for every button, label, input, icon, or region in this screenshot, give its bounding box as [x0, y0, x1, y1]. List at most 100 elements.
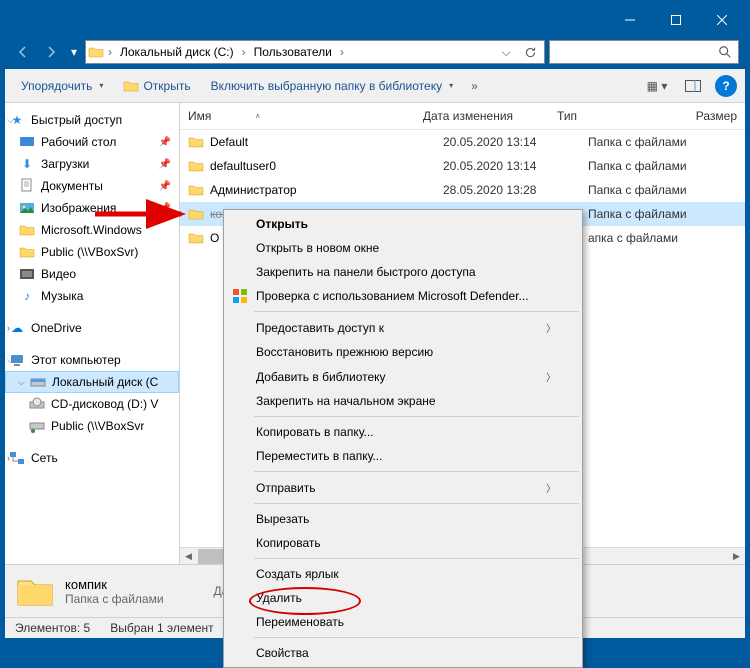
details-type: Папка с файлами: [65, 592, 164, 606]
ctx-open[interactable]: Открыть: [226, 212, 580, 236]
ctx-defender[interactable]: Проверка с использованием Microsoft Defe…: [226, 284, 580, 308]
include-library-button[interactable]: Включить выбранную папку в библиотеку: [203, 75, 462, 97]
videos-icon: [19, 266, 35, 282]
ctx-library[interactable]: Добавить в библиотеку〉: [226, 364, 580, 389]
sidebar-pictures[interactable]: Изображения📌: [5, 197, 179, 219]
separator: [254, 637, 579, 638]
pin-icon: 📌: [159, 203, 171, 214]
ctx-pin-start[interactable]: Закрепить на начальном экране: [226, 389, 580, 413]
ctx-move-to[interactable]: Переместить в папку...: [226, 444, 580, 468]
open-label: Открыть: [143, 79, 190, 93]
scroll-right[interactable]: ▶: [728, 548, 745, 565]
scroll-left[interactable]: ◀: [180, 548, 197, 565]
explorer-window: ▾ › Локальный диск (C:) › Пользователи ›…: [4, 4, 746, 639]
desktop-icon: [19, 134, 35, 150]
search-input[interactable]: [549, 40, 739, 64]
column-headers: Имя˄ Дата изменения Тип Размер: [180, 103, 745, 130]
ctx-delete[interactable]: Удалить: [226, 586, 580, 610]
forward-button[interactable]: [39, 40, 63, 64]
folder-icon: [188, 158, 204, 174]
sidebar-mswindows[interactable]: Microsoft.Windows: [5, 219, 179, 241]
recent-dropdown[interactable]: ▾: [67, 40, 81, 64]
chevron-right-icon[interactable]: ›: [338, 45, 346, 59]
ctx-pin-quick[interactable]: Закрепить на панели быстрого доступа: [226, 260, 580, 284]
sidebar-music[interactable]: ♪Музыка: [5, 285, 179, 307]
details-text: компик Папка с файлами: [65, 577, 164, 606]
pin-icon: 📌: [159, 181, 171, 192]
context-menu: Открыть Открыть в новом окне Закрепить н…: [223, 209, 583, 668]
breadcrumb[interactable]: › Локальный диск (C:) › Пользователи › ⌵: [85, 40, 545, 64]
ctx-cut[interactable]: Вырезать: [226, 507, 580, 531]
open-icon: [123, 78, 139, 94]
separator: [254, 311, 579, 312]
pin-icon: 📌: [159, 159, 171, 170]
chevron-right-icon[interactable]: ›: [240, 45, 248, 59]
sidebar-public[interactable]: Public (\\VBoxSvr): [5, 241, 179, 263]
back-button[interactable]: [11, 40, 35, 64]
maximize-button[interactable]: [653, 5, 699, 35]
file-type: Папка с файлами: [580, 157, 730, 175]
sidebar-onedrive[interactable]: ›☁OneDrive: [5, 317, 179, 339]
minimize-button[interactable]: [607, 5, 653, 35]
netdrive-icon: [29, 418, 45, 434]
toolbar-overflow[interactable]: »: [465, 75, 484, 97]
chevron-right-icon[interactable]: ›: [106, 45, 114, 59]
ctx-properties[interactable]: Свойства: [226, 641, 580, 665]
folder-icon: [19, 222, 35, 238]
navigation-pane: ⌵★Быстрый доступ Рабочий стол📌 ⬇Загрузки…: [5, 103, 180, 564]
ctx-rename[interactable]: Переименовать: [226, 610, 580, 634]
chevron-right-icon: 〉: [546, 480, 556, 495]
search-icon: [718, 45, 732, 59]
table-row[interactable]: defaultuser0 20.05.2020 13:14Папка с файл…: [180, 154, 745, 178]
folder-large-icon: [15, 571, 55, 611]
ctx-copy[interactable]: Копировать: [226, 531, 580, 555]
preview-pane-button[interactable]: [679, 74, 707, 98]
file-date: 28.05.2020 13:28: [435, 181, 580, 199]
sidebar-local-disk[interactable]: ⌵Локальный диск (C: [5, 371, 179, 393]
toolbar: Упорядочить Открыть Включить выбранную п…: [5, 69, 745, 103]
sidebar-this-pc[interactable]: ⌵Этот компьютер: [5, 349, 179, 371]
file-type: Папка с файлами: [580, 205, 730, 223]
sidebar-desktop[interactable]: Рабочий стол📌: [5, 131, 179, 153]
sidebar-documents[interactable]: Документы📌: [5, 175, 179, 197]
crumb-disk[interactable]: Локальный диск (C:): [116, 45, 238, 59]
sidebar-public-net[interactable]: Public (\\VBoxSvr: [5, 415, 179, 437]
col-date[interactable]: Дата изменения: [415, 107, 549, 125]
ctx-open-new-window[interactable]: Открыть в новом окне: [226, 236, 580, 260]
refresh-button[interactable]: [518, 41, 542, 63]
sidebar-cd-drive[interactable]: CD-дисковод (D:) V: [5, 393, 179, 415]
crumb-users[interactable]: Пользователи: [250, 45, 336, 59]
file-name: Администратор: [210, 183, 297, 197]
col-name[interactable]: Имя˄: [180, 107, 415, 125]
file-date: 20.05.2020 13:14: [435, 157, 580, 175]
close-button[interactable]: [699, 5, 745, 35]
ctx-shortcut[interactable]: Создать ярлык: [226, 562, 580, 586]
open-button[interactable]: Открыть: [115, 74, 198, 98]
sidebar-videos[interactable]: Видео: [5, 263, 179, 285]
address-dropdown[interactable]: ⌵: [494, 41, 518, 63]
table-row[interactable]: Default20.05.2020 13:14Папка с файлами: [180, 130, 745, 154]
ctx-send[interactable]: Отправить〉: [226, 475, 580, 500]
ctx-copy-to[interactable]: Копировать в папку...: [226, 420, 580, 444]
details-name: компик: [65, 577, 164, 592]
status-count: Элементов: 5: [15, 621, 90, 635]
ctx-restore[interactable]: Восстановить прежнюю версию: [226, 340, 580, 364]
folder-icon: [19, 244, 35, 260]
sidebar-quick-access[interactable]: ⌵★Быстрый доступ: [5, 109, 179, 131]
sidebar-network[interactable]: ›Сеть: [5, 447, 179, 469]
folder-icon: [88, 44, 104, 60]
file-type: Папка с файлами: [580, 133, 730, 151]
sidebar-downloads[interactable]: ⬇Загрузки📌: [5, 153, 179, 175]
col-type[interactable]: Тип: [549, 107, 688, 125]
view-style-button[interactable]: ▦ ▾: [637, 74, 677, 98]
file-name: defaultuser0: [210, 159, 276, 173]
ctx-share[interactable]: Предоставить доступ к〉: [226, 315, 580, 340]
folder-icon: [188, 230, 204, 246]
organize-button[interactable]: Упорядочить: [13, 75, 111, 97]
folder-icon: [188, 206, 204, 222]
help-button[interactable]: ?: [715, 75, 737, 97]
col-size[interactable]: Размер: [688, 107, 745, 125]
table-row[interactable]: Администратор28.05.2020 13:28Папка с фай…: [180, 178, 745, 202]
downloads-icon: ⬇: [19, 156, 35, 172]
chevron-right-icon: 〉: [546, 369, 556, 384]
